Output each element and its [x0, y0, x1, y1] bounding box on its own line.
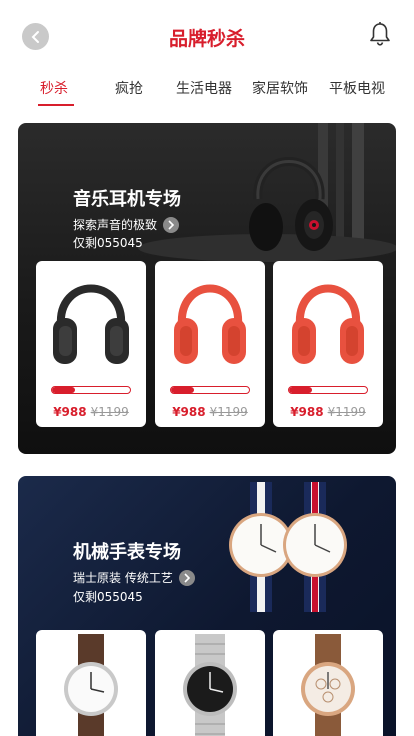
product-card[interactable]: ¥988 ¥1199	[273, 261, 383, 427]
product-image	[36, 630, 146, 736]
sales-progress-bar	[170, 386, 250, 394]
active-tab-indicator	[38, 104, 74, 106]
section-subtitle: 探索声音的极致	[73, 218, 158, 232]
section-subtitle: 瑞士原装 传统工艺	[73, 571, 173, 585]
original-price: ¥1199	[90, 405, 129, 419]
product-card[interactable]	[273, 630, 383, 736]
original-price: ¥1199	[327, 405, 366, 419]
tab-miaosha[interactable]: 秒杀	[40, 78, 68, 98]
stock-text: 仅剩055045	[73, 236, 143, 250]
product-image	[155, 261, 265, 379]
product-image	[155, 630, 265, 736]
product-card[interactable]: ¥988 ¥1199	[36, 261, 146, 427]
section-title: 机械手表专场	[73, 542, 181, 563]
stock-text: 仅剩055045	[73, 590, 143, 604]
bell-icon[interactable]	[368, 21, 392, 47]
section-subtitle-link[interactable]: 瑞士原装 传统工艺	[73, 569, 195, 586]
price-row: ¥988 ¥1199	[36, 405, 146, 419]
price: ¥988	[172, 405, 206, 419]
tab-shenghuo-dianqi[interactable]: 生活电器	[176, 78, 232, 98]
product-image	[273, 261, 383, 379]
top-bar: 品牌秒杀	[0, 0, 414, 72]
sales-progress-bar	[51, 386, 131, 394]
section-subtitle-link[interactable]: 探索声音的极致	[73, 216, 180, 233]
page-title: 品牌秒杀	[168, 28, 245, 50]
tab-jiaju-ruanshi[interactable]: 家居软饰	[252, 78, 308, 98]
product-image	[273, 630, 383, 736]
section-card-headphones[interactable]: 音乐耳机专场 探索声音的极致 仅剩055045 ¥988 ¥1199 ¥988 …	[18, 123, 396, 454]
section-card-watches[interactable]: 机械手表专场 瑞士原装 传统工艺 仅剩055045	[18, 476, 396, 736]
hero-headphone-image	[249, 157, 333, 251]
price: ¥988	[53, 405, 87, 419]
sales-progress-bar	[288, 386, 368, 394]
product-card[interactable]: ¥988 ¥1199	[155, 261, 265, 427]
category-tabs: 秒杀 疯抢 生活电器 家居软饰 平板电视	[0, 78, 414, 108]
product-image	[36, 261, 146, 379]
hero-watch-image	[229, 482, 347, 612]
chevron-right-icon	[178, 569, 195, 586]
chevron-right-icon	[163, 216, 180, 233]
product-card[interactable]	[155, 630, 265, 736]
tab-fengqiang[interactable]: 疯抢	[115, 78, 143, 98]
product-card[interactable]	[36, 630, 146, 736]
tab-pingban-dianshi[interactable]: 平板电视	[329, 78, 385, 98]
section-title: 音乐耳机专场	[73, 189, 181, 210]
price-row: ¥988 ¥1199	[155, 405, 265, 419]
price: ¥988	[290, 405, 324, 419]
original-price: ¥1199	[209, 405, 248, 419]
price-row: ¥988 ¥1199	[273, 405, 383, 419]
